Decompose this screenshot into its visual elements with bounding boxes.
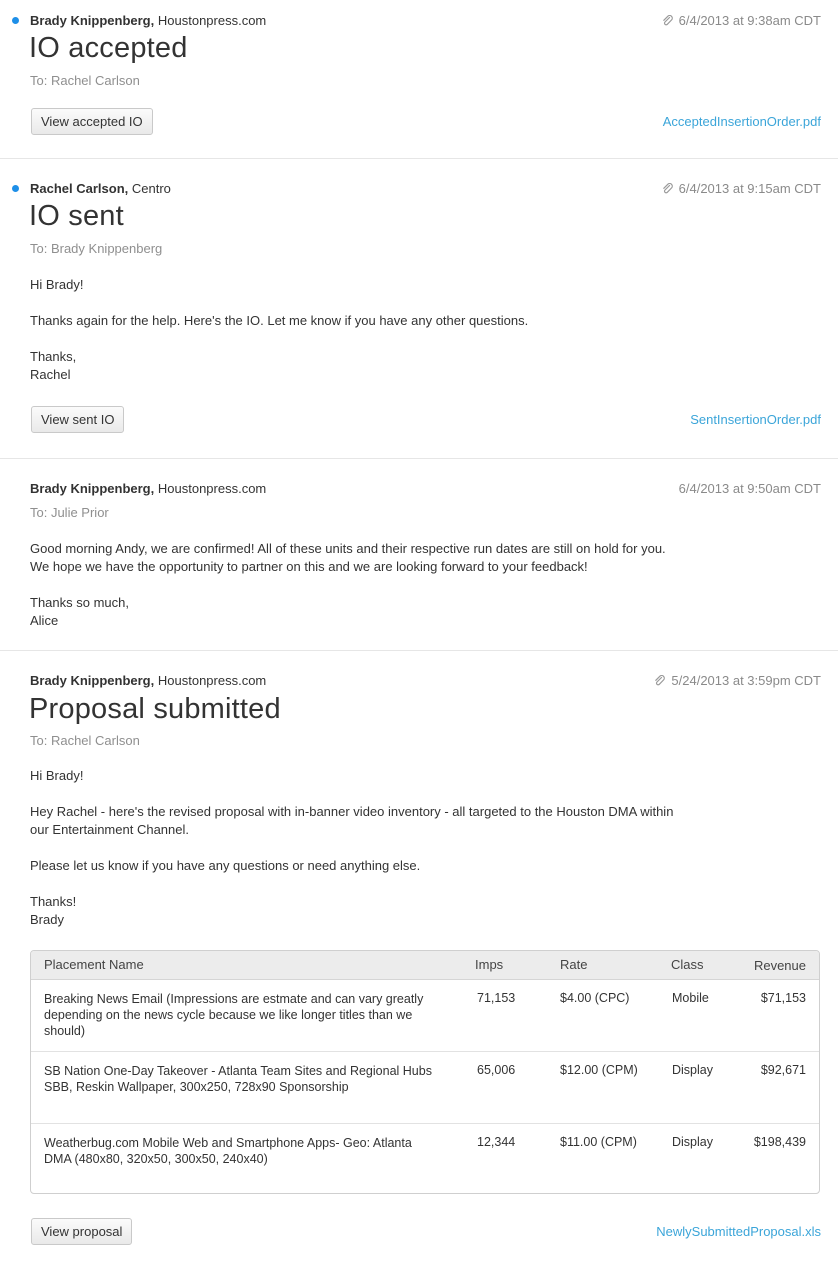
header-rate: Rate	[560, 957, 588, 972]
body-line: Thanks again for the help. Here's the IO…	[30, 313, 529, 328]
paperclip-icon	[662, 14, 673, 25]
message-timestamp: 6/4/2013 at 9:50am CDT	[679, 481, 821, 496]
message-title: IO sent	[29, 200, 124, 232]
cell-revenue: $198,439	[753, 1135, 806, 1149]
view-accepted-io-button[interactable]: View accepted IO	[31, 108, 153, 135]
cell-placement-name: Weatherbug.com Mobile Web and Smartphone…	[44, 1136, 412, 1166]
body-line: Hi Brady!	[30, 768, 84, 783]
message-proposal-submitted: Brady Knippenberg, Houstonpress.com 5/24…	[0, 651, 838, 1272]
body-line: Thanks,	[30, 349, 77, 364]
paperclip-icon	[655, 674, 666, 685]
timestamp-text: 5/24/2013 at 3:59pm CDT	[671, 673, 821, 688]
recipient-line: To: Julie Prior	[30, 505, 109, 520]
proposal-table: Placement Name Imps Rate Class Revenue B…	[30, 950, 820, 1194]
view-proposal-button[interactable]: View proposal	[31, 1218, 133, 1245]
header-imps: Imps	[475, 957, 504, 972]
message-io-sent: Rachel Carlson, Centro 6/4/2013 at 9:15a…	[0, 159, 838, 459]
body-line: Alice	[30, 613, 59, 628]
sender-name: Rachel Carlson,	[30, 181, 129, 196]
cell-class: Display	[672, 1063, 713, 1077]
header-class: Class	[671, 957, 704, 972]
timestamp-text: 6/4/2013 at 9:38am CDT	[678, 13, 821, 28]
body-line: We hope we have the opportunity to partn…	[30, 559, 588, 574]
cell-rate: $12.00 (CPM)	[560, 1063, 638, 1077]
unread-dot	[12, 185, 19, 192]
sender-line: Brady Knippenberg, Houstonpress.com	[30, 673, 266, 688]
table-row: SB Nation One-Day Takeover - Atlanta Tea…	[31, 1052, 819, 1124]
sender-org: Houstonpress.com	[157, 13, 267, 28]
body-line: Thanks!	[30, 894, 77, 909]
cell-rate: $11.00 (CPM)	[560, 1135, 637, 1149]
paperclip-icon	[662, 182, 673, 193]
recipient-line: To: Brady Knippenberg	[30, 241, 163, 256]
recipient-line: To: Rachel Carlson	[30, 73, 140, 88]
message-body: Good morning Andy, we are confirmed! All…	[30, 540, 666, 630]
timestamp-text: 6/4/2013 at 9:50am CDT	[678, 481, 821, 496]
sender-org: Houstonpress.com	[157, 481, 267, 496]
view-sent-io-button[interactable]: View sent IO	[31, 406, 125, 433]
message-timestamp: 6/4/2013 at 9:38am CDT	[662, 13, 821, 28]
cell-revenue: $92,671	[760, 1063, 806, 1077]
body-line: Good morning Andy, we are confirmed! All…	[30, 541, 666, 556]
attachment-link[interactable]: SentInsertionOrder.pdf	[690, 412, 821, 427]
sender-name: Brady Knippenberg,	[30, 673, 155, 688]
message-confirmation: Brady Knippenberg, Houstonpress.com 6/4/…	[0, 459, 838, 651]
table-header: Placement Name Imps Rate Class Revenue	[31, 951, 819, 980]
sender-name: Brady Knippenberg,	[30, 481, 155, 496]
sender-line: Brady Knippenberg, Houstonpress.com	[30, 13, 266, 28]
message-body: Hi Brady! Hey Rachel - here's the revise…	[30, 767, 673, 929]
cell-class: Display	[672, 1135, 713, 1149]
body-line: our Entertainment Channel.	[30, 822, 189, 837]
header-placement-name: Placement Name	[44, 957, 144, 972]
message-io-accepted: Brady Knippenberg, Houstonpress.com 6/4/…	[0, 0, 838, 159]
message-timestamp: 5/24/2013 at 3:59pm CDT	[654, 673, 821, 688]
cell-imps: 65,006	[477, 1063, 516, 1077]
cell-rate: $4.00 (CPC)	[560, 991, 630, 1005]
body-line: Hi Brady!	[30, 277, 84, 292]
body-line: Please let us know if you have any quest…	[30, 858, 421, 873]
cell-placement-name: Breaking News Email (Impressions are est…	[44, 992, 424, 1038]
attachment-link[interactable]: AcceptedInsertionOrder.pdf	[663, 114, 821, 129]
recipient-line: To: Rachel Carlson	[30, 733, 140, 748]
sender-org: Houstonpress.com	[157, 673, 267, 688]
header-revenue: Revenue	[753, 958, 806, 973]
body-line: Hey Rachel - here's the revised proposal…	[30, 804, 674, 819]
cell-placement-name: SB Nation One-Day Takeover - Atlanta Tea…	[44, 1064, 432, 1094]
sender-org: Centro	[131, 181, 171, 196]
sender-line: Brady Knippenberg, Houstonpress.com	[30, 481, 266, 496]
message-title: Proposal submitted	[29, 693, 281, 725]
cell-imps: 12,344	[477, 1135, 516, 1149]
table-row: Weatherbug.com Mobile Web and Smartphone…	[31, 1124, 819, 1193]
message-title: IO accepted	[29, 32, 188, 64]
body-line: Brady	[30, 912, 64, 927]
cell-class: Mobile	[672, 991, 709, 1005]
timestamp-text: 6/4/2013 at 9:15am CDT	[678, 181, 821, 196]
cell-revenue: $71,153	[760, 991, 806, 1005]
body-line: Rachel	[30, 367, 71, 382]
sender-line: Rachel Carlson, Centro	[30, 181, 171, 196]
body-line: Thanks so much,	[30, 595, 129, 610]
message-timestamp: 6/4/2013 at 9:15am CDT	[662, 181, 821, 196]
table-row: Breaking News Email (Impressions are est…	[31, 980, 819, 1052]
message-body: Hi Brady! Thanks again for the help. Her…	[30, 276, 528, 384]
sender-name: Brady Knippenberg,	[30, 13, 155, 28]
attachment-link[interactable]: NewlySubmittedProposal.xls	[656, 1224, 821, 1239]
cell-imps: 71,153	[477, 991, 516, 1005]
unread-dot	[12, 17, 19, 24]
